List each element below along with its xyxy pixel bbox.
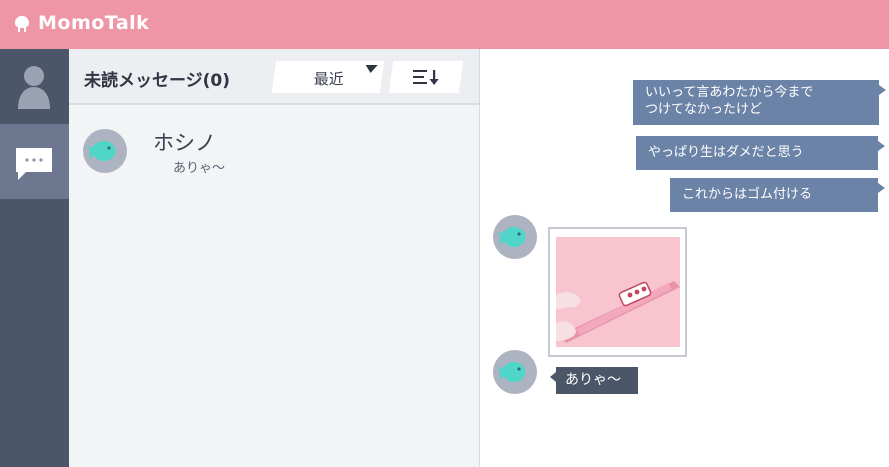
contact-name: ホシノ bbox=[153, 131, 216, 155]
message-bubble-sent: これからはゴム付ける bbox=[670, 178, 885, 212]
unread-count-label: 未読メッセージ(0) bbox=[84, 71, 231, 91]
fish-icon bbox=[497, 226, 526, 248]
halo-icon bbox=[15, 16, 29, 32]
message-line: いいって言あわたから今まで bbox=[645, 85, 814, 100]
message-line: つけてなかったけど bbox=[645, 102, 763, 117]
conversation-list-panel: 未読メッセージ(0) 最近 ホシノ ありゃ〜 bbox=[69, 49, 480, 467]
fish-icon bbox=[497, 361, 526, 383]
message-bubble-sent: やっぱり生はダメだと思う bbox=[636, 136, 885, 170]
caret-down-icon bbox=[364, 65, 378, 73]
sort-dropdown-value: 最近 bbox=[313, 70, 344, 88]
app-title: MomoTalk bbox=[38, 12, 150, 34]
sort-dropdown[interactable]: 最近 bbox=[271, 61, 385, 93]
person-icon bbox=[18, 66, 50, 109]
avatar bbox=[493, 215, 537, 259]
chat-panel: いいって言あわたから今まで つけてなかったけど やっぱり生はダメだと思う これか… bbox=[480, 49, 889, 467]
list-toolbar: 未読メッセージ(0) 最近 bbox=[69, 49, 479, 105]
chat-bubble-icon bbox=[16, 148, 52, 180]
message-bubble-received: ありゃ〜 bbox=[550, 367, 638, 394]
message-bubble-sent: いいって言あわたから今まで つけてなかったけど bbox=[633, 80, 886, 125]
app-header: MomoTalk bbox=[0, 0, 889, 49]
avatar bbox=[83, 129, 127, 173]
image-photo-icon bbox=[556, 237, 680, 347]
avatar bbox=[493, 350, 537, 394]
fish-icon bbox=[87, 140, 116, 162]
contact-row-hoshino[interactable]: ホシノ ありゃ〜 bbox=[69, 115, 479, 181]
sidebar-item-chat[interactable] bbox=[0, 124, 69, 199]
message-image[interactable] bbox=[548, 227, 687, 357]
sort-order-icon bbox=[413, 70, 439, 85]
contact-preview: ありゃ〜 bbox=[173, 161, 226, 176]
sidebar-item-profile[interactable] bbox=[0, 49, 69, 124]
sidebar bbox=[0, 49, 69, 467]
sort-order-button[interactable] bbox=[388, 61, 464, 93]
momotalk-window: MomoTalk 未読メッセージ(0) 最近 ホシノ ありゃ〜 いいって言あわた… bbox=[0, 0, 889, 467]
